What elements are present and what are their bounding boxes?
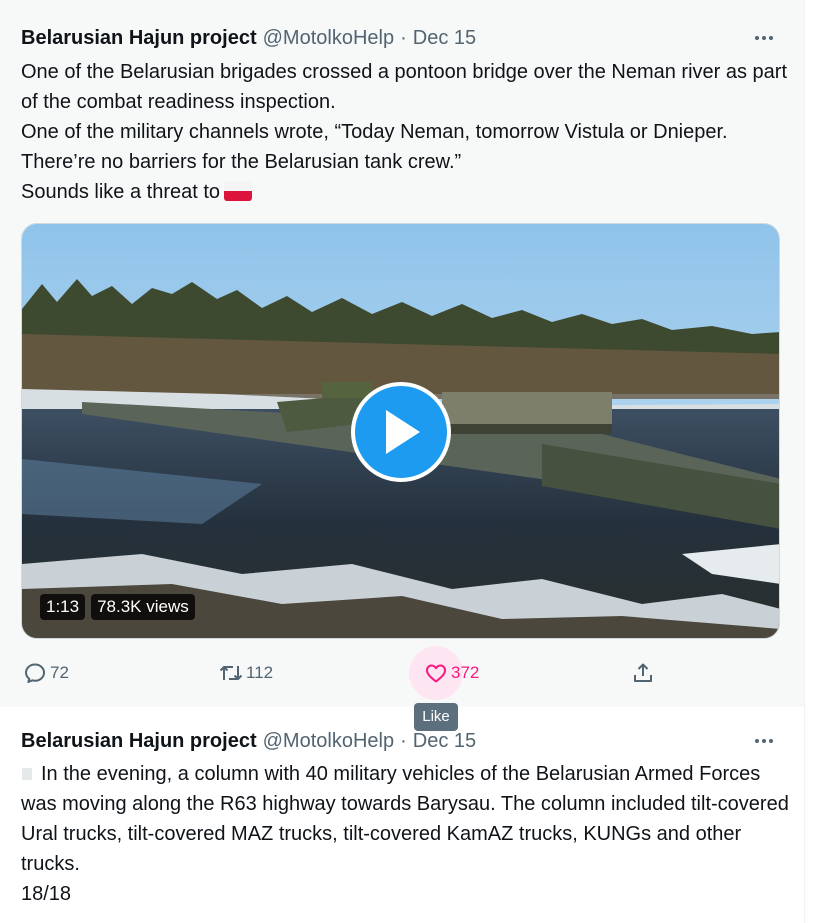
tweet-date[interactable]: Dec 15	[413, 729, 476, 753]
video-views: 78.3K views	[91, 594, 195, 620]
tweet-text: In the evening, a column with 40 militar…	[21, 759, 791, 909]
video-player[interactable]: 1:13 78.3K views	[21, 223, 780, 639]
tweet-line-text: Sounds like a threat to	[21, 181, 221, 203]
share-icon	[616, 646, 670, 700]
tweet-line: One of the Belarusian brigades crossed a…	[21, 61, 787, 113]
author-handle[interactable]: @MotolkoHelp	[263, 26, 394, 50]
video-badges: 1:13 78.3K views	[40, 594, 195, 620]
tweet-date[interactable]: Dec 15	[413, 26, 476, 50]
tweet-card[interactable]: Belarusian Hajun project @MotolkoHelp · …	[0, 707, 804, 923]
timeline-border	[804, 0, 805, 923]
unsupported-emoji-icon	[22, 768, 32, 780]
more-options-icon[interactable]	[752, 731, 776, 751]
author-handle[interactable]: @MotolkoHelp	[263, 729, 394, 753]
tweet-header: Belarusian Hajun project @MotolkoHelp · …	[21, 729, 784, 753]
tweet-card[interactable]: Belarusian Hajun project @MotolkoHelp · …	[0, 0, 804, 707]
tweet-paragraph-text: In the evening, a column with 40 militar…	[21, 763, 789, 875]
retweet-count: 112	[246, 663, 274, 682]
tweet-header: Belarusian Hajun project @MotolkoHelp · …	[21, 26, 784, 50]
tweet-paragraph: In the evening, a column with 40 militar…	[21, 759, 791, 879]
poland-flag-icon	[224, 181, 253, 201]
author-name[interactable]: Belarusian Hajun project	[21, 729, 257, 753]
reply-button[interactable]: 72	[22, 646, 69, 700]
separator-dot: ·	[400, 730, 407, 752]
like-button[interactable]: 372	[409, 646, 480, 700]
play-button[interactable]	[351, 382, 451, 482]
tweet-text: One of the Belarusian brigades crossed a…	[21, 57, 791, 207]
thread-index: 18/18	[21, 883, 72, 905]
tweet-line: Sounds like a threat to	[21, 177, 791, 207]
more-options-icon[interactable]	[752, 28, 776, 48]
retweet-button[interactable]: 112	[218, 646, 273, 700]
reply-count: 72	[50, 663, 69, 682]
tweet-actions: 72 112 372	[0, 646, 804, 700]
video-duration: 1:13	[40, 594, 86, 620]
play-icon	[386, 410, 420, 454]
like-count: 372	[451, 663, 480, 682]
separator-dot: ·	[400, 27, 407, 49]
author-name[interactable]: Belarusian Hajun project	[21, 26, 257, 50]
share-button[interactable]	[630, 646, 670, 700]
tweet-line: One of the military channels wrote, “Tod…	[21, 121, 728, 173]
like-tooltip: Like	[414, 703, 458, 731]
